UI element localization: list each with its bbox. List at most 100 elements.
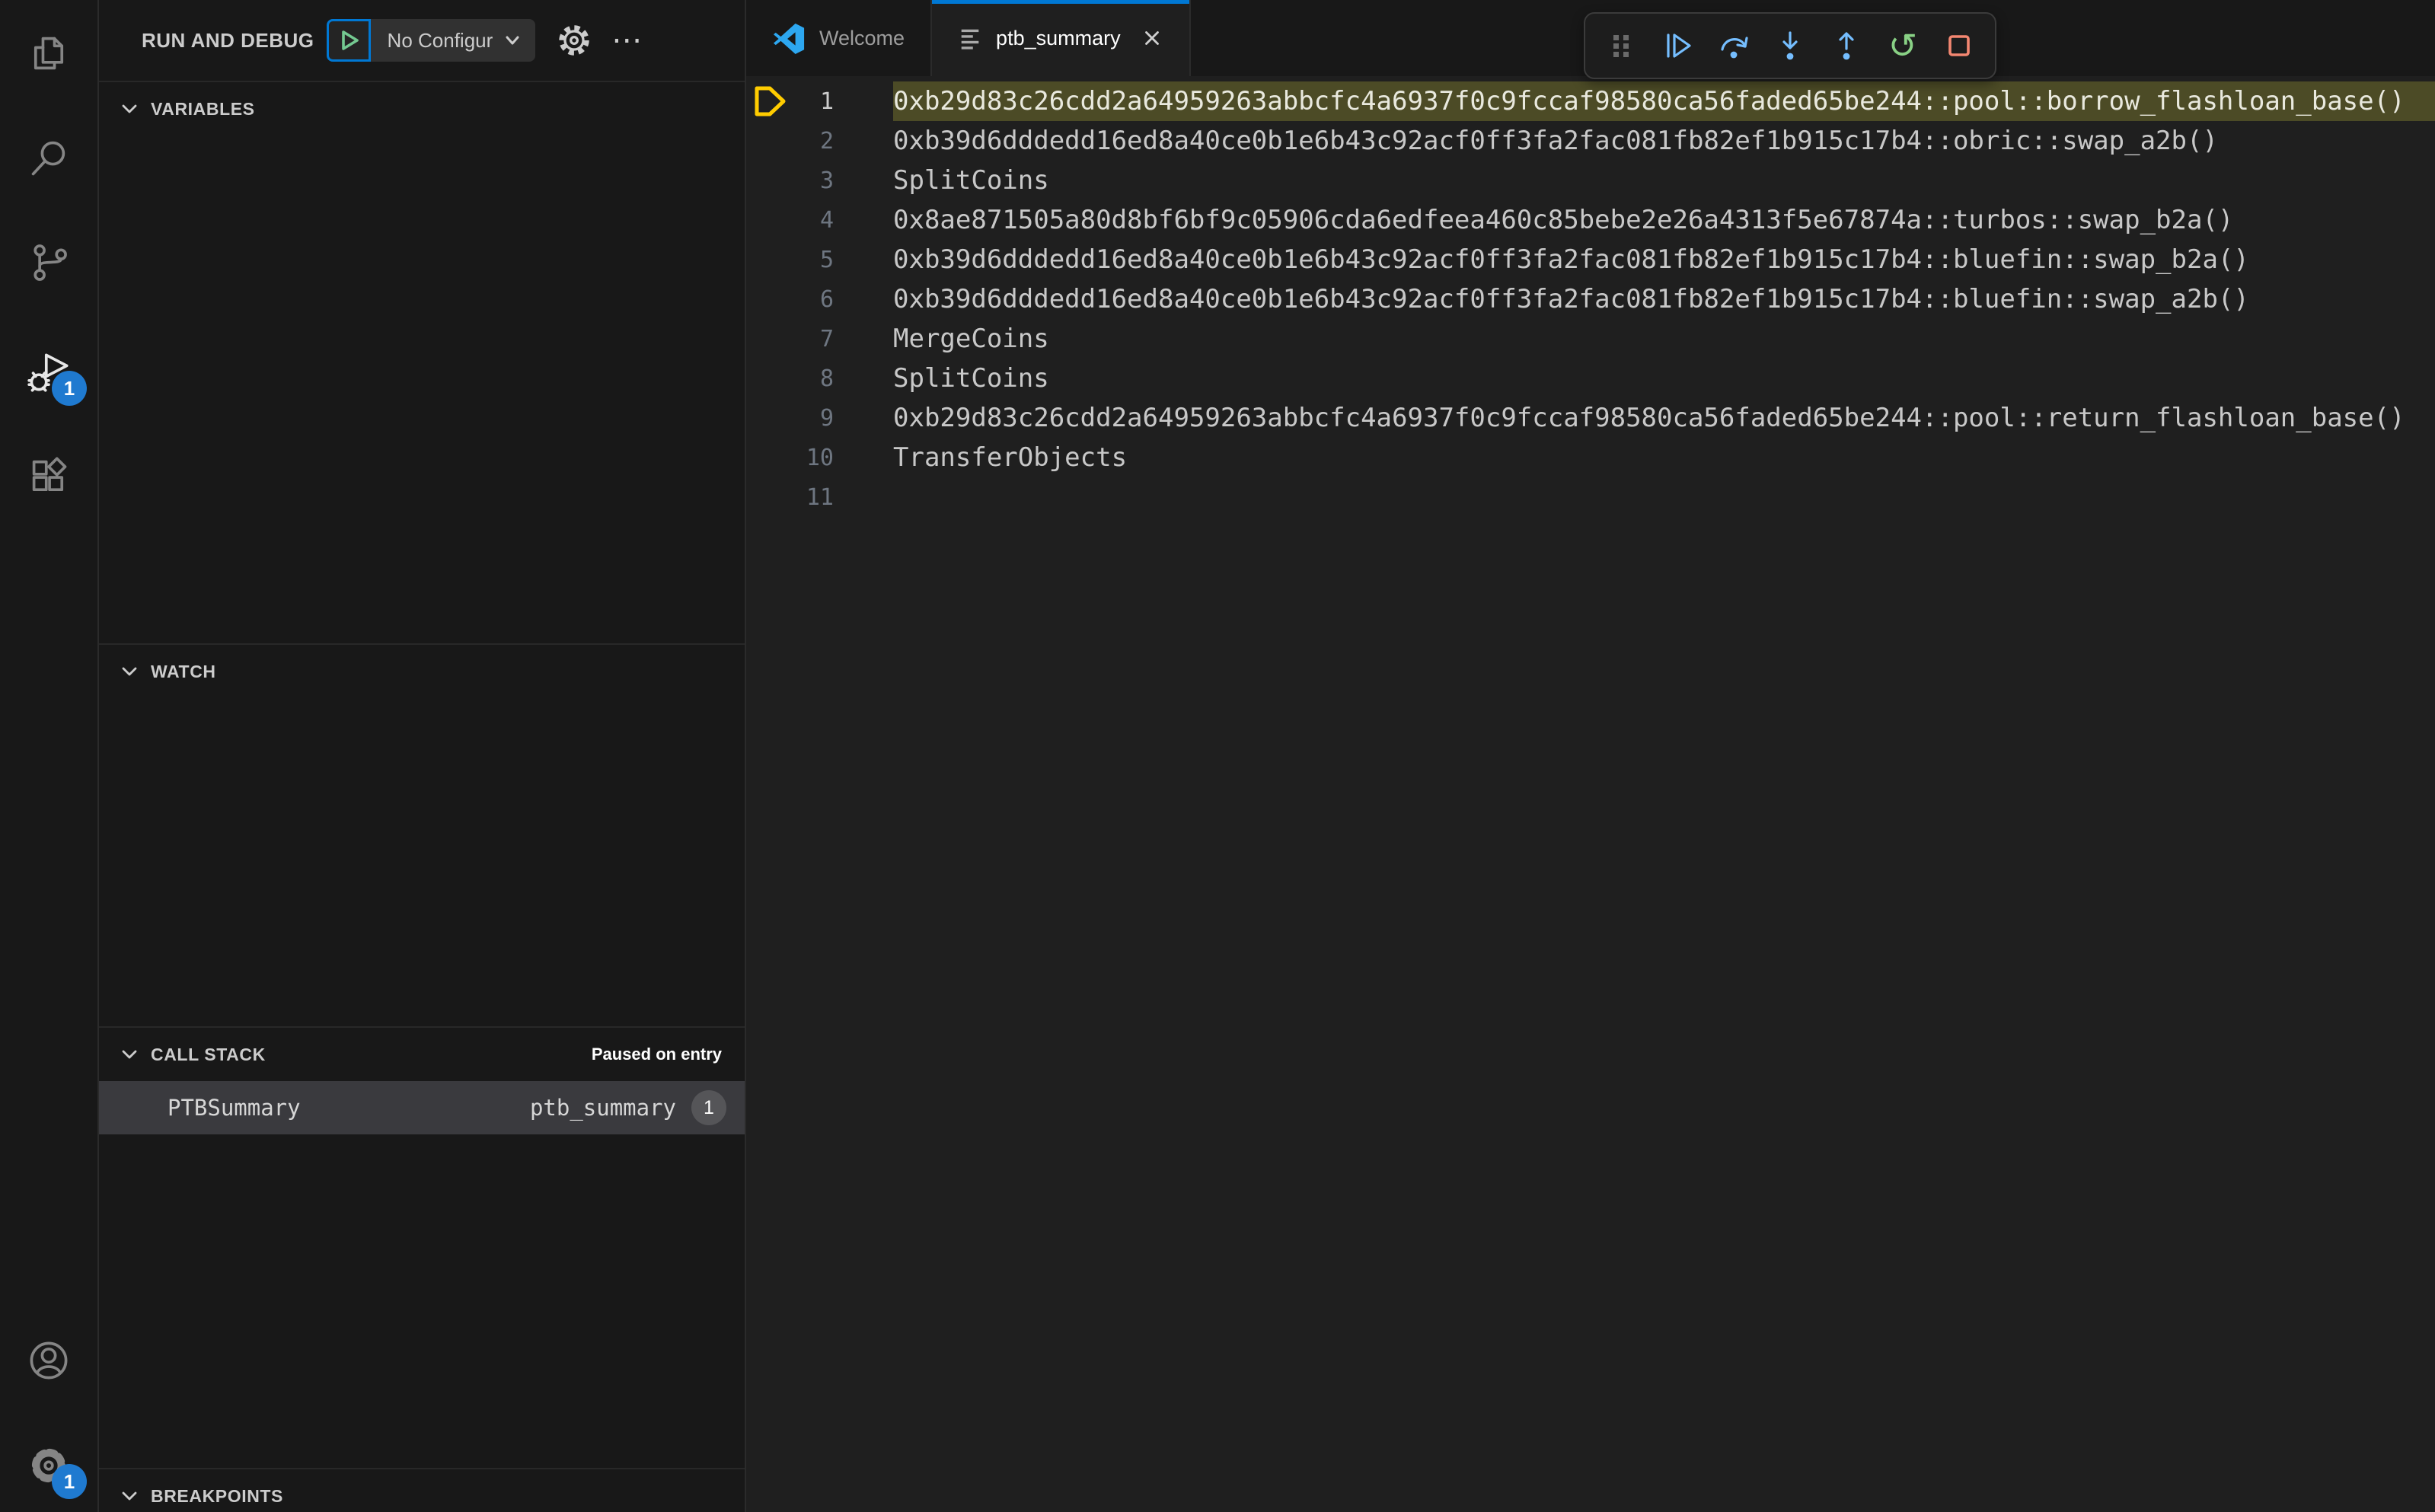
code-text[interactable]: MergeCoins — [893, 319, 2435, 359]
call-stack-frame-row[interactable]: PTBSummary ptb_summary 1 — [99, 1081, 745, 1134]
code-line: 7 MergeCoins — [746, 319, 2435, 359]
code-text[interactable]: SplitCoins — [893, 359, 2435, 398]
step-into-button[interactable] — [1773, 28, 1808, 63]
line-number: 5 — [819, 246, 834, 273]
debug-configuration-label: No Configur — [387, 28, 493, 52]
line-gutter[interactable]: 3 — [746, 161, 893, 200]
account-icon — [30, 1341, 68, 1380]
stop-button[interactable] — [1942, 28, 1977, 63]
vscode-window: 1 1 RUN AND DEBUG No Configur ⋯ VARIABLE… — [0, 0, 2435, 1512]
start-debugging-button[interactable] — [326, 19, 371, 62]
code-text[interactable]: 0xb39d6dddedd16ed8a40ce0b1e6b43c92acf0ff… — [893, 121, 2435, 161]
line-gutter[interactable]: 10 — [746, 438, 893, 477]
code-line: 1 0xb29d83c26cdd2a64959263abbcfc4a6937f0… — [746, 81, 2435, 121]
line-number: 9 — [819, 404, 834, 432]
line-gutter[interactable]: 7 — [746, 319, 893, 359]
code-text[interactable]: TransferObjects — [893, 438, 2435, 477]
tab-label: Welcome — [819, 26, 905, 49]
more-actions-button[interactable]: ⋯ — [611, 25, 643, 56]
grip-icon — [1613, 35, 1629, 57]
search-icon — [31, 141, 65, 176]
line-number: 6 — [819, 285, 834, 313]
code-text[interactable]: 0xb39d6dddedd16ed8a40ce0b1e6b43c92acf0ff… — [893, 240, 2435, 279]
code-line: 5 0xb39d6dddedd16ed8a40ce0b1e6b43c92acf0… — [746, 240, 2435, 279]
tab-welcome[interactable]: Welcome — [746, 0, 933, 76]
debug-badge: 1 — [52, 371, 87, 406]
frame-source: ptb_summary — [529, 1095, 676, 1121]
debug-toolbar: ↺ — [1584, 12, 1996, 79]
variables-section-header[interactable]: VARIABLES — [99, 82, 745, 136]
breakpoints-section-header[interactable]: BREAKPOINTS — [99, 1469, 745, 1512]
line-gutter[interactable]: 1 — [746, 81, 893, 121]
vscode-logo-icon — [773, 23, 805, 55]
code-text[interactable]: 0xb29d83c26cdd2a64959263abbcfc4a6937f0c9… — [893, 398, 2435, 438]
call-stack-section: CALL STACK Paused on entry PTBSummary pt… — [99, 1026, 745, 1468]
code-text[interactable]: SplitCoins — [893, 161, 2435, 200]
step-into-icon — [1782, 31, 1798, 60]
line-gutter[interactable]: 9 — [746, 398, 893, 438]
line-gutter[interactable]: 2 — [746, 121, 893, 161]
chevron-down-icon — [122, 1491, 137, 1501]
step-over-icon — [1721, 37, 1748, 59]
code-editor[interactable]: 1 0xb29d83c26cdd2a64959263abbcfc4a6937f0… — [746, 76, 2435, 517]
line-number: 1 — [819, 88, 834, 115]
code-text[interactable]: 0xb39d6dddedd16ed8a40ce0b1e6b43c92acf0ff… — [893, 279, 2435, 319]
stop-icon — [1948, 35, 1970, 56]
step-over-button[interactable] — [1716, 28, 1751, 63]
line-gutter[interactable]: 11 — [746, 477, 893, 517]
close-icon — [1144, 31, 1159, 45]
open-launch-json-button[interactable] — [555, 21, 593, 59]
code-text[interactable]: 0x8ae871505a80d8bf6bf9c05906cda6edfeea46… — [893, 200, 2435, 240]
files-icon — [34, 37, 64, 70]
code-line: 9 0xb29d83c26cdd2a64959263abbcfc4a6937f0… — [746, 398, 2435, 438]
breakpoints-section-title: BREAKPOINTS — [151, 1485, 284, 1506]
sidebar-item-explorer[interactable] — [0, 17, 97, 90]
toolbar-drag-handle[interactable] — [1604, 28, 1639, 63]
code-line: 6 0xb39d6dddedd16ed8a40ce0b1e6b43c92acf0… — [746, 279, 2435, 319]
watch-section-header[interactable]: WATCH — [99, 645, 745, 698]
sidebar-item-run-and-debug[interactable]: 1 — [0, 336, 97, 409]
sidebar-item-source-control[interactable] — [0, 226, 97, 299]
sidebar-item-extensions[interactable] — [0, 440, 97, 513]
line-gutter[interactable]: 6 — [746, 279, 893, 319]
tab-label: ptb_summary — [996, 26, 1121, 49]
variables-section-title: VARIABLES — [151, 98, 255, 119]
watch-section: WATCH — [99, 643, 745, 1026]
sidebar-item-search[interactable] — [0, 122, 97, 195]
watch-section-title: WATCH — [151, 661, 216, 681]
source-control-icon — [34, 244, 67, 281]
line-gutter[interactable]: 4 — [746, 200, 893, 240]
step-out-button[interactable] — [1829, 28, 1864, 63]
line-gutter[interactable]: 5 — [746, 240, 893, 279]
step-out-icon — [1839, 32, 1854, 60]
tab-ptb-summary[interactable]: ptb_summary — [932, 0, 1191, 76]
code-text[interactable]: 0xb29d83c26cdd2a64959263abbcfc4a6937f0c9… — [893, 81, 2435, 121]
debug-configuration-dropdown[interactable]: No Configur — [370, 19, 536, 62]
call-stack-section-header[interactable]: CALL STACK Paused on entry — [99, 1028, 745, 1081]
editor-group: Welcome ptb_summary ↺ 1 0xb29d83c26cdd2a… — [746, 0, 2435, 1512]
code-text[interactable] — [893, 477, 2435, 517]
code-line: 8 SplitCoins — [746, 359, 2435, 398]
code-line: 11 — [746, 477, 2435, 517]
chevron-down-icon — [122, 104, 137, 113]
continue-button[interactable] — [1660, 28, 1695, 63]
breakpoints-section: BREAKPOINTS — [99, 1468, 745, 1512]
sidebar-item-accounts[interactable] — [0, 1324, 97, 1397]
activity-bar: 1 1 — [0, 0, 99, 1512]
code-line: 3 SplitCoins — [746, 161, 2435, 200]
frame-name: PTBSummary — [168, 1095, 301, 1121]
debug-continue-icon — [1667, 33, 1691, 58]
launch-control-group: No Configur — [326, 19, 536, 62]
close-tab-button[interactable] — [1141, 27, 1163, 49]
chevron-down-icon — [122, 667, 137, 676]
line-number: 11 — [806, 483, 834, 511]
gear-icon — [559, 25, 589, 56]
debug-current-stackframe-icon — [751, 81, 790, 121]
play-icon — [341, 30, 359, 50]
run-and-debug-sidebar: RUN AND DEBUG No Configur ⋯ VARIABLES WA… — [99, 0, 746, 1512]
line-gutter[interactable]: 8 — [746, 359, 893, 398]
sidebar-item-settings[interactable]: 1 — [0, 1429, 97, 1502]
frame-badge: 1 — [691, 1090, 726, 1125]
code-line: 2 0xb39d6dddedd16ed8a40ce0b1e6b43c92acf0… — [746, 121, 2435, 161]
restart-button[interactable]: ↺ — [1885, 28, 1920, 63]
